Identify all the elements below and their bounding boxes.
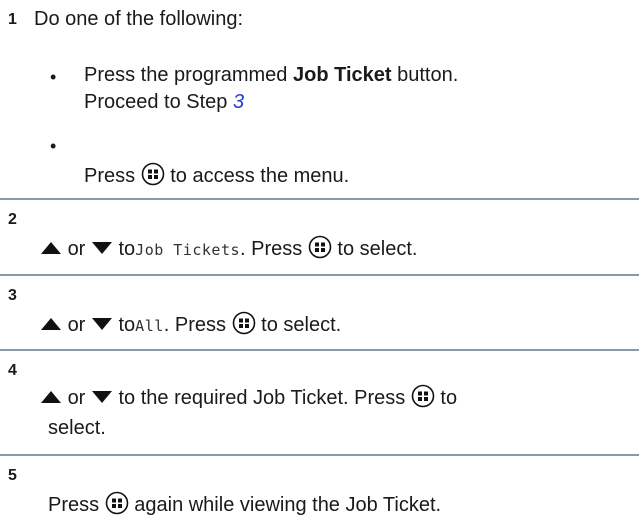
step-1-option-1: Press the programmed Job Ticket button.	[84, 63, 458, 87]
divider	[0, 349, 639, 351]
step-4-instruction: to the required Job Ticket. Press	[118, 387, 406, 409]
option-1-after: button.	[397, 64, 459, 86]
bullet: •	[50, 136, 57, 156]
down-arrow-icon	[91, 313, 113, 337]
step-1-option-2: Press to access the menu.	[84, 162, 349, 192]
or-text: or	[67, 238, 86, 260]
to-select-text: to select.	[261, 314, 342, 336]
divider	[0, 274, 639, 276]
or-text: or	[67, 314, 86, 336]
press-text: Press	[48, 494, 100, 516]
down-arrow-icon	[91, 237, 113, 261]
step-2-text: or toJob Tickets. Press to select.	[40, 235, 417, 265]
job-ticket-button-label: Job Ticket	[292, 64, 392, 86]
step-3-text: or toAll. Press to select.	[40, 311, 341, 341]
to-text: to	[440, 387, 458, 409]
lcd-menu-all: All	[135, 317, 164, 335]
step-1-proceed: Proceed to Step 3	[84, 90, 244, 114]
menu-ok-button-icon	[411, 384, 435, 414]
option-2-after: to access the menu.	[170, 165, 350, 187]
to-select-text: to select.	[337, 238, 418, 260]
step-5-number: 5	[8, 467, 17, 484]
menu-ok-button-icon	[105, 491, 129, 521]
down-arrow-icon	[91, 386, 113, 410]
step-4-line-2: select.	[48, 417, 106, 439]
menu-ok-button-icon	[141, 162, 165, 192]
proceed-text: Proceed to Step	[84, 91, 228, 113]
up-arrow-icon	[40, 313, 62, 337]
menu-ok-button-icon	[232, 311, 256, 341]
option-2-press: Press	[84, 165, 136, 187]
divider	[0, 454, 639, 456]
to-text: to	[118, 238, 136, 260]
menu-ok-button-icon	[308, 235, 332, 265]
up-arrow-icon	[40, 237, 62, 261]
press-text: . Press	[240, 238, 303, 260]
step-1-number: 1	[8, 11, 17, 28]
press-text: . Press	[163, 314, 227, 336]
option-1-text: Press the programmed	[84, 64, 288, 86]
divider	[0, 198, 639, 200]
step-1-intro: Do one of the following:	[34, 8, 244, 30]
up-arrow-icon	[40, 386, 62, 410]
or-text: or	[67, 387, 86, 409]
step-3-number: 3	[8, 287, 17, 304]
step-4-number: 4	[8, 362, 17, 379]
to-text: to	[118, 314, 136, 336]
step-2-number: 2	[8, 211, 17, 228]
step-5-instruction: again while viewing the Job Ticket.	[134, 494, 442, 516]
bullet: •	[50, 67, 57, 87]
step-4-text: or to the required Job Ticket. Press to	[40, 384, 457, 414]
step-5-text: Press again while viewing the Job Ticket…	[48, 491, 441, 521]
lcd-menu-job-tickets: Job Tickets	[135, 241, 241, 259]
step-3-link[interactable]: 3	[233, 91, 244, 113]
